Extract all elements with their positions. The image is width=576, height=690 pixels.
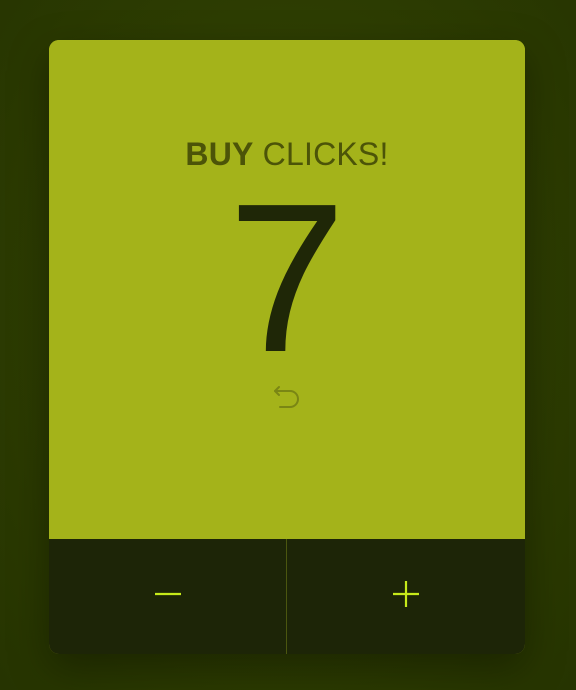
counter-card: BUY CLICKS! 7 [49, 40, 525, 654]
plus-icon [390, 578, 422, 615]
counter-display-panel: BUY CLICKS! 7 [49, 40, 525, 539]
minus-icon [152, 578, 184, 615]
controls-bar [49, 539, 525, 654]
click-count: 7 [228, 159, 346, 396]
decrement-button[interactable] [49, 539, 287, 654]
reset-button[interactable] [269, 381, 305, 417]
increment-button[interactable] [287, 539, 525, 654]
controls-divider [286, 539, 287, 654]
undo-arrow-icon [271, 381, 303, 418]
